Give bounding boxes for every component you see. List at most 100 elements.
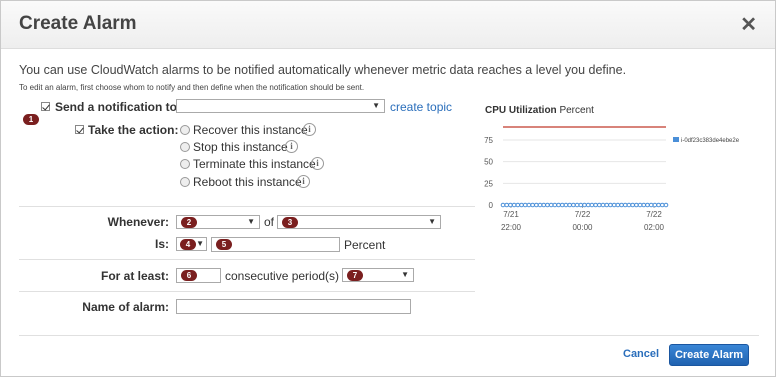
create-topic-link[interactable]: create topic — [390, 100, 452, 114]
subintro-text: To edit an alarm, first choose whom to n… — [19, 83, 365, 92]
period-select[interactable]: 7 ▼ — [342, 268, 414, 282]
data-point — [589, 202, 595, 208]
chevron-down-icon: ▼ — [428, 217, 436, 226]
data-point — [578, 202, 584, 208]
divider — [19, 259, 475, 260]
unit-text: Percent — [344, 238, 386, 252]
badge-6: 6 — [181, 270, 197, 281]
chevron-down-icon: ▼ — [196, 239, 204, 248]
radio-terminate[interactable] — [180, 159, 190, 169]
divider — [19, 206, 475, 207]
data-point — [615, 202, 621, 208]
threshold-input[interactable]: 5 — [211, 237, 340, 252]
badge-1: 1 — [23, 114, 39, 125]
periods-input[interactable]: 6 — [176, 268, 221, 283]
radio-recover[interactable] — [180, 125, 190, 135]
alarm-name-input[interactable] — [176, 299, 411, 314]
y-tick-label: 0 — [489, 201, 494, 210]
data-point — [652, 202, 658, 208]
chart-title: CPU Utilization Percent — [485, 105, 594, 116]
radio-terminate-label: Terminate this instance — [193, 157, 316, 171]
info-icon[interactable]: i — [303, 123, 316, 136]
badge-3: 3 — [282, 217, 298, 228]
of-text: of — [264, 215, 275, 229]
chevron-down-icon: ▼ — [372, 101, 380, 110]
data-point — [545, 202, 550, 208]
whenever-label: Whenever: — [107, 215, 169, 229]
cpu-utilization-chart: 0 25 50 75 7/21 22:00 7/22 00:00 7/22 02:00 i-0df2… — [484, 126, 740, 232]
data-point — [663, 202, 669, 208]
data-point — [604, 202, 610, 208]
y-tick-label: 50 — [484, 158, 493, 167]
legend-label: i-0df23c383de4ebe2e — [681, 138, 740, 144]
take-action-checkbox[interactable] — [75, 125, 84, 134]
chart-title-metric: CPU Utilization — [485, 105, 557, 116]
x-tick-label: 7/22 — [646, 210, 662, 219]
footer-divider — [19, 335, 759, 336]
data-point — [641, 202, 647, 208]
x-tick-label: 7/21 — [503, 210, 519, 219]
alarm-name-label: Name of alarm: — [82, 300, 169, 314]
data-point — [519, 202, 524, 208]
send-notification-label: Send a notification to: — [55, 100, 181, 114]
cancel-button[interactable]: Cancel — [623, 348, 659, 360]
radio-reboot[interactable] — [180, 177, 190, 187]
send-notification-checkbox[interactable] — [41, 102, 50, 111]
data-point — [541, 202, 547, 208]
dialog-header: Create Alarm ✕ — [1, 1, 775, 49]
data-point — [534, 202, 539, 208]
dialog-title: Create Alarm — [19, 13, 137, 34]
data-point — [548, 202, 554, 208]
data-point — [637, 202, 643, 208]
badge-5: 5 — [216, 239, 232, 250]
data-point — [585, 202, 591, 208]
data-point — [504, 202, 510, 208]
x-tick-label: 22:00 — [501, 223, 522, 232]
data-point — [537, 202, 543, 208]
data-point — [611, 202, 617, 208]
badge-2: 2 — [181, 217, 197, 228]
data-point — [567, 202, 572, 208]
statistic-select[interactable]: 2 ▼ — [176, 215, 260, 229]
chevron-down-icon: ▼ — [401, 270, 409, 279]
data-point — [622, 202, 628, 208]
data-point — [593, 202, 598, 208]
x-tick-label: 00:00 — [572, 223, 593, 232]
radio-stop-label: Stop this instance — [193, 140, 288, 154]
data-point — [659, 202, 665, 208]
data-point — [571, 202, 576, 208]
close-icon[interactable]: ✕ — [740, 12, 757, 37]
badge-4: 4 — [180, 239, 196, 250]
intro-text: You can use CloudWatch alarms to be noti… — [19, 63, 627, 77]
create-alarm-dialog: Create Alarm ✕ You can use CloudWatch al… — [0, 0, 776, 377]
operator-select[interactable]: 4 ▼ — [176, 237, 207, 251]
info-icon[interactable]: i — [285, 140, 298, 153]
consecutive-text: consecutive period(s) of — [225, 269, 353, 283]
chart-title-unit: Percent — [559, 105, 594, 116]
divider — [19, 291, 475, 292]
data-point — [515, 202, 521, 208]
data-point — [500, 202, 506, 208]
data-point — [552, 202, 558, 208]
data-point — [626, 202, 632, 208]
metric-select[interactable]: 3 ▼ — [277, 215, 441, 229]
radio-stop[interactable] — [180, 142, 190, 152]
notification-topic-select[interactable]: ▼ — [176, 99, 385, 113]
info-icon[interactable]: i — [297, 175, 310, 188]
take-action-label: Take the action: — [88, 123, 179, 137]
for-at-least-label: For at least: — [100, 269, 169, 283]
y-tick-label: 75 — [484, 136, 493, 145]
data-point — [597, 202, 602, 208]
data-point — [556, 202, 561, 208]
data-point — [600, 202, 606, 208]
data-point — [559, 202, 565, 208]
x-tick-label: 7/22 — [575, 210, 591, 219]
data-point — [634, 202, 639, 208]
badge-7: 7 — [347, 270, 363, 281]
data-point — [563, 202, 569, 208]
chevron-down-icon: ▼ — [247, 217, 255, 226]
legend-swatch — [673, 137, 679, 142]
create-alarm-button[interactable]: Create Alarm — [669, 344, 749, 366]
data-point — [619, 202, 624, 208]
info-icon[interactable]: i — [311, 157, 324, 170]
